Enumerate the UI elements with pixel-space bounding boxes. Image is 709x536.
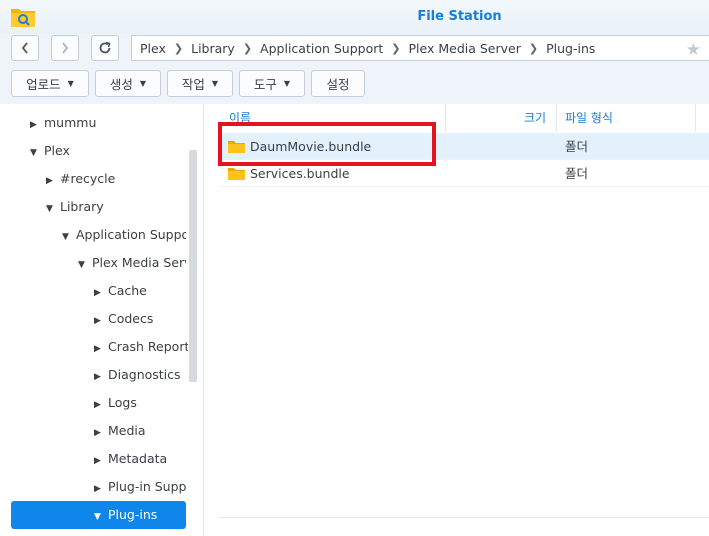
star-icon[interactable]: ★ [686,40,701,60]
upload-button[interactable]: 업로드 ▼ [11,70,89,97]
breadcrumb-item[interactable]: Plex Media Server [409,41,521,56]
refresh-button[interactable] [91,35,119,61]
tree-item-diagnostics[interactable]: ▶ Diagnostics [94,361,186,389]
triangle-down-icon[interactable]: ▼ [62,223,76,249]
triangle-right-icon[interactable]: ▶ [94,335,108,361]
tree-item-cache[interactable]: ▶ Cache [94,277,186,305]
tree-item-label: Cache [108,283,147,298]
folder-icon [228,168,245,180]
tree-item-application-support[interactable]: ▼ Application Suppo [62,221,186,249]
toolbar: 업로드 ▼ 생성 ▼ 작업 ▼ 도구 ▼ 설정 [0,64,709,104]
refresh-icon [99,41,111,54]
tools-button[interactable]: 도구 ▼ [239,70,305,97]
sidebar-scrollbar[interactable] [189,150,197,382]
chevron-right-icon: ❯ [528,41,539,55]
action-label: 작업 [181,77,205,92]
tree-item-plug-in-support[interactable]: ▶ Plug-in Supp [94,473,188,501]
triangle-down-icon[interactable]: ▼ [30,139,44,165]
create-button[interactable]: 생성 ▼ [95,70,161,97]
settings-button[interactable]: 설정 [311,70,365,97]
tree-item-label: #recycle [60,171,116,186]
caret-down-icon: ▼ [139,79,147,88]
triangle-down-icon[interactable]: ▼ [46,195,60,221]
column-divider[interactable] [445,104,446,132]
folder-tree: ▶ mummu ▼ Plex ▶ #recycle ▼ Library ▼ Applica… [0,104,204,536]
column-header-type[interactable]: 파일 형식 [565,104,613,132]
settings-label: 설정 [326,77,350,92]
tree-item-label: Logs [108,395,137,410]
breadcrumb[interactable]: Plex ❯ Library ❯ Application Support ❯ P… [131,35,709,61]
tree-item-mummu[interactable]: ▶ mummu [30,109,190,137]
tree-item-label: Codecs [108,311,154,326]
triangle-right-icon[interactable]: ▶ [94,475,108,501]
forward-button[interactable] [51,35,79,61]
upload-label: 업로드 [26,77,61,92]
tree-item-plex-media-server[interactable]: ▼ Plex Media Serv [78,249,186,277]
triangle-right-icon[interactable]: ▶ [94,447,108,473]
caret-down-icon: ▼ [211,79,219,88]
back-button[interactable] [11,35,39,61]
tree-item-label: Crash Report [108,339,188,354]
chevron-left-icon [21,42,28,54]
tree-item-media[interactable]: ▶ Media [94,417,186,445]
tree-item-library[interactable]: ▼ Library [46,193,186,221]
tree-item-label: Plug-ins [108,507,158,522]
tree-item-label: Plex [44,143,70,158]
tree-item-crash-reports[interactable]: ▶ Crash Report [94,333,188,361]
triangle-down-icon[interactable]: ▼ [94,503,108,529]
triangle-right-icon[interactable]: ▶ [94,307,108,333]
file-type: 폴더 [565,166,589,181]
tree-item-label: Diagnostics [108,367,181,382]
triangle-right-icon[interactable]: ▶ [30,111,44,137]
tree-item-recycle[interactable]: ▶ #recycle [46,165,186,193]
window-title: File Station [417,9,502,24]
tree-item-label: mummu [44,115,97,130]
tools-label: 도구 [253,77,277,92]
column-divider[interactable] [695,104,696,132]
tree-item-label: Plex Media Serv [92,255,186,270]
column-header-size[interactable]: 크기 [524,104,546,132]
chevron-right-icon [62,42,69,54]
tree-item-label: Application Suppo [76,227,186,242]
navigation-bar: Plex ❯ Library ❯ Application Support ❯ P… [0,34,709,64]
tree-item-label: Metadata [108,451,168,466]
breadcrumb-item[interactable]: Plug-ins [546,41,595,56]
tree-item-logs[interactable]: ▶ Logs [94,389,186,417]
create-label: 생성 [109,77,133,92]
tree-item-plug-ins[interactable]: ▼ Plug-ins [11,501,186,529]
caret-down-icon: ▼ [283,79,291,88]
triangle-right-icon[interactable]: ▶ [94,419,108,445]
file-type: 폴더 [565,139,589,154]
breadcrumb-item[interactable]: Library [191,41,235,56]
breadcrumb-item[interactable]: Application Support [260,41,383,56]
triangle-right-icon[interactable]: ▶ [94,391,108,417]
triangle-down-icon[interactable]: ▼ [78,251,92,277]
triangle-right-icon[interactable]: ▶ [46,167,60,193]
tree-item-label: Plug-in Supp [108,479,187,494]
tree-item-label: Library [60,199,104,214]
title-bar: File Station [0,0,709,34]
tree-item-plex[interactable]: ▼ Plex [30,137,190,165]
chevron-right-icon: ❯ [391,41,401,55]
list-footer-divider [219,517,709,518]
column-divider[interactable] [556,104,557,132]
action-button[interactable]: 작업 ▼ [167,70,233,97]
file-list: 이름 크기 파일 형식 DaumMovie.bundle 폴더 Services… [219,104,709,536]
triangle-right-icon[interactable]: ▶ [94,279,108,305]
chevron-right-icon: ❯ [242,41,253,55]
triangle-right-icon[interactable]: ▶ [94,363,108,389]
tree-item-codecs[interactable]: ▶ Codecs [94,305,186,333]
tree-item-label: Media [108,423,146,438]
caret-down-icon: ▼ [67,79,74,88]
breadcrumb-item[interactable]: Plex [140,41,166,56]
tree-item-metadata[interactable]: ▶ Metadata [94,445,186,473]
highlight-box [218,122,436,166]
chevron-right-icon: ❯ [173,41,184,55]
